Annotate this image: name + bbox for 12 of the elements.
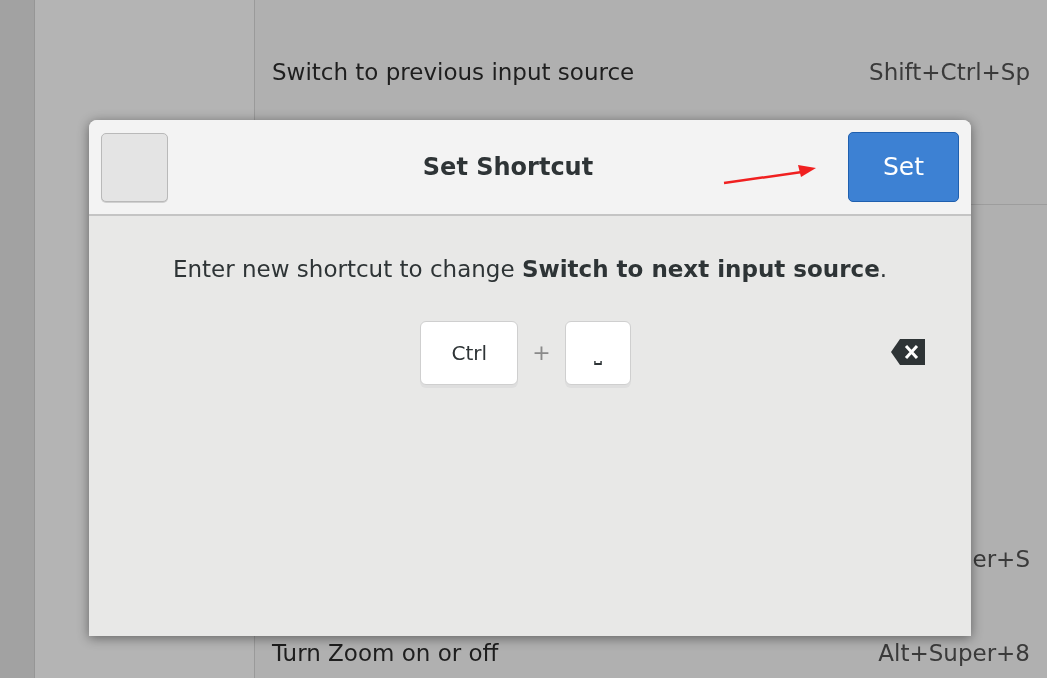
instruction-text: Enter new shortcut to change Switch to next input source. xyxy=(172,255,888,284)
shortcut-keys: er+S xyxy=(972,541,1030,577)
backspace-icon[interactable] xyxy=(891,338,925,365)
dialog-title: Set Shortcut xyxy=(422,152,594,183)
shortcut-keys: Shift+Ctrl+Sp xyxy=(869,54,1030,90)
plus-sign: + xyxy=(532,339,551,367)
shortcut-keys: Alt+Super+8 xyxy=(878,635,1030,671)
shortcut-name: Turn Zoom on or off xyxy=(272,639,499,666)
key-cap: Ctrl xyxy=(420,320,519,385)
key-cap: ⎵ xyxy=(564,320,631,385)
shortcut-name: Switch to previous input source xyxy=(272,58,635,85)
set-button[interactable]: Set xyxy=(848,132,959,202)
